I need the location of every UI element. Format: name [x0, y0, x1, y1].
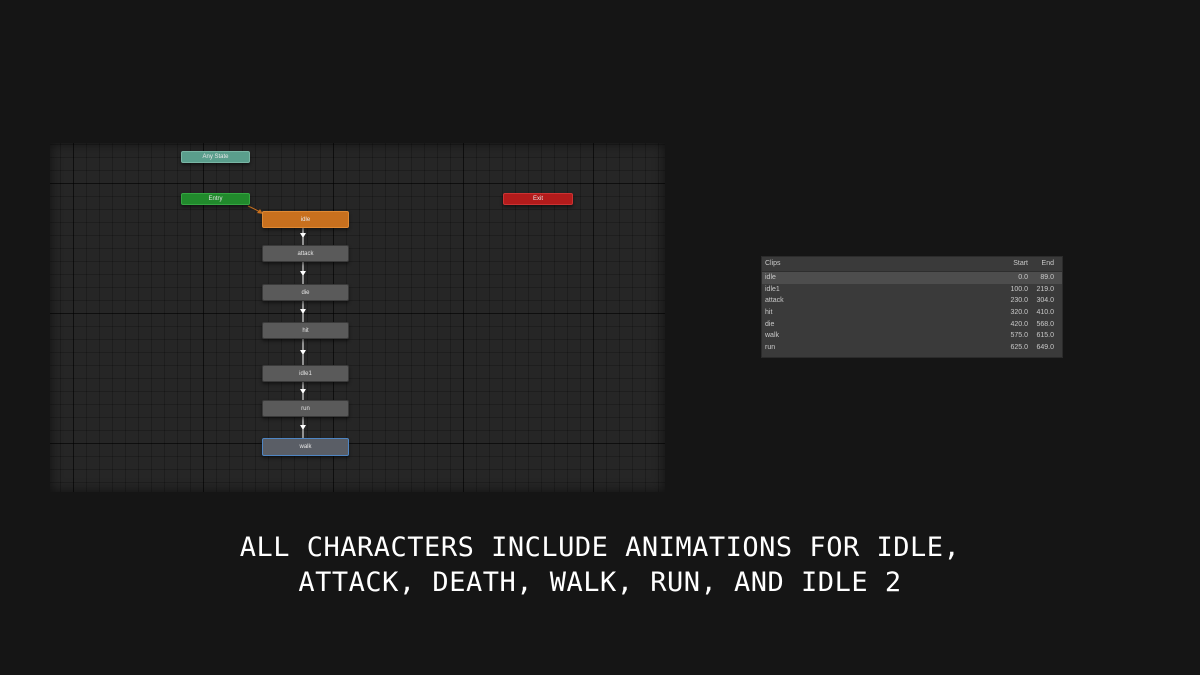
clips-panel: Clips Start End idle 0.0 89.0 idle1 100.… [761, 256, 1063, 358]
state-label: die [301, 289, 310, 296]
transition-arrowhead [300, 425, 306, 430]
state-label: attack [297, 250, 314, 257]
transition-arrowhead [300, 389, 306, 394]
state-node-idle[interactable]: idle [262, 211, 349, 228]
clip-start: 100.0 [1010, 285, 1028, 293]
clips-column-end: End [1041, 260, 1054, 267]
transition-arrowhead [300, 309, 306, 314]
clip-row[interactable]: die 420.0 568.0 [762, 319, 1062, 331]
clip-row[interactable]: run 625.0 649.0 [762, 342, 1062, 354]
clip-name: walk [765, 332, 780, 340]
animator-graph[interactable]: Any State Entry Exit idle attack die hit… [50, 143, 665, 492]
entry-node[interactable]: Entry [181, 193, 250, 205]
clip-start: 575.0 [1010, 332, 1028, 340]
caption: ALL CHARACTERS INCLUDE ANIMATIONS FOR ID… [0, 530, 1200, 600]
exit-label: Exit [532, 196, 543, 202]
entry-label: Entry [208, 196, 223, 202]
clip-end: 89.0 [1040, 274, 1054, 281]
exit-node[interactable]: Exit [503, 193, 573, 205]
any-state-label: Any State [202, 154, 229, 160]
clip-end: 304.0 [1036, 297, 1054, 305]
transition-arrowhead [300, 350, 306, 355]
clip-start: 230.0 [1010, 297, 1028, 305]
state-label: run [301, 405, 310, 412]
clip-row[interactable]: hit 320.0 410.0 [762, 307, 1062, 319]
clips-header: Clips Start End [762, 257, 1062, 272]
state-node-attack[interactable]: attack [262, 245, 349, 262]
clip-row[interactable]: idle 0.0 89.0 [762, 272, 1062, 284]
page: Any State Entry Exit idle attack die hit… [0, 0, 1200, 675]
clip-name: attack [765, 297, 784, 305]
any-state-node[interactable]: Any State [181, 151, 250, 163]
state-node-walk[interactable]: walk [262, 438, 349, 456]
clips-column-start: Start [1013, 260, 1028, 267]
clip-name: idle1 [765, 285, 780, 293]
clip-name: hit [765, 309, 773, 317]
state-node-run[interactable]: run [262, 400, 349, 417]
clip-row[interactable]: attack 230.0 304.0 [762, 295, 1062, 307]
clip-start: 320.0 [1010, 309, 1028, 317]
clip-end: 615.0 [1036, 332, 1054, 340]
clip-name: run [765, 344, 776, 352]
clip-row[interactable]: walk 575.0 615.0 [762, 330, 1062, 342]
caption-line-1: ALL CHARACTERS INCLUDE ANIMATIONS FOR ID… [239, 532, 961, 563]
state-label: walk [299, 444, 312, 450]
clip-end: 568.0 [1036, 320, 1054, 328]
state-label: idle [300, 216, 311, 223]
state-node-idle1[interactable]: idle1 [262, 365, 349, 382]
transition-arrowhead [300, 271, 306, 276]
clip-end: 649.0 [1036, 344, 1054, 352]
state-label: idle1 [299, 370, 312, 377]
clip-name: die [765, 320, 775, 328]
clip-name: idle [765, 274, 776, 281]
clip-row[interactable]: idle1 100.0 219.0 [762, 284, 1062, 296]
clip-start: 420.0 [1010, 320, 1028, 328]
state-label: hit [302, 327, 309, 334]
clip-start: 625.0 [1010, 344, 1028, 352]
clip-end: 410.0 [1036, 309, 1054, 317]
state-node-hit[interactable]: hit [262, 322, 349, 339]
caption-line-2: ATTACK, DEATH, WALK, RUN, AND IDLE 2 [298, 567, 902, 598]
transition-arrowhead [300, 233, 306, 238]
clips-column-name: Clips [765, 260, 781, 267]
clip-end: 219.0 [1036, 285, 1054, 293]
transition-entry-idle [247, 205, 263, 214]
state-node-die[interactable]: die [262, 284, 349, 301]
clip-start: 0.0 [1018, 274, 1028, 281]
